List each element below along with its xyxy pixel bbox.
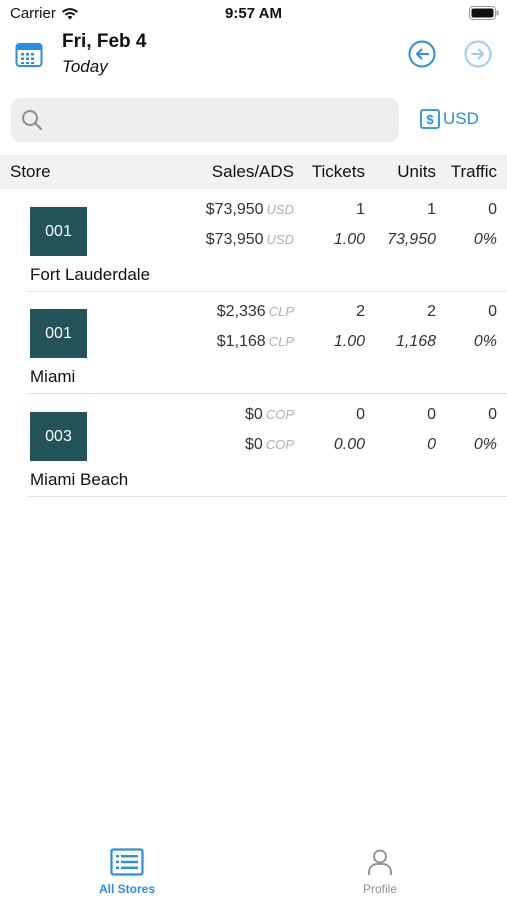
units-ratio: 73,950 [387,231,436,248]
ads-value: $1,168 CLP [216,333,294,350]
sales-currency: USD [266,202,294,217]
traffic-value: 0 [488,406,497,423]
row-divider [27,496,507,497]
tab-label: Profile [362,882,397,896]
tab-all-stores[interactable]: All Stores [67,848,187,896]
store-name: Miami [30,367,76,386]
ads-value: $0 COP [245,436,294,453]
store-row[interactable]: 003 Miami Beach $0 COP $0 COP 0 0.00 0 0 0… [0,395,507,497]
dollar-bill-icon: $ [420,109,440,129]
svg-text:$: $ [426,112,434,127]
store-name: Miami Beach [30,470,129,489]
store-code-badge: 003 [30,412,87,461]
traffic-percent: 0% [473,333,497,350]
status-time: 9:57 AM [225,5,282,22]
units-value: 0 [427,406,436,423]
tickets-value: 2 [356,303,365,320]
sales-value: $2,336 CLP [216,303,294,320]
sales-value: $0 COP [245,406,294,423]
arrow-right-circle-icon [464,40,492,68]
person-icon [368,849,392,875]
store-code-badge: 001 [30,309,87,358]
units-value: 1 [427,201,436,218]
traffic-value: 0 [488,201,497,218]
next-day-button[interactable] [463,39,493,69]
tab-profile[interactable]: Profile [320,848,440,896]
table-header: Store Sales/ADS Tickets Units Traffic [0,155,507,189]
tab-bar: All Stores Profile [0,840,507,900]
column-header-store: Store [10,162,51,181]
status-bar: Carrier 9:57 AM [0,0,507,30]
arrow-left-circle-icon [408,40,436,68]
store-code-badge: 001 [30,207,87,256]
store-row[interactable]: 001 Miami $2,336 CLP $1,168 CLP 2 1.00 2 1… [0,292,507,394]
sales-currency: COP [265,407,294,422]
ads-value: $73,950 USD [205,231,294,248]
calendar-icon [15,43,43,67]
tickets-value: 0 [356,406,365,423]
row-divider [27,393,507,394]
currency-label: USD [443,109,479,128]
calendar-button[interactable] [14,40,44,70]
battery-icon [469,6,499,20]
ads-currency: USD [266,232,294,247]
units-ratio: 0 [427,436,436,453]
store-name: Fort Lauderdale [30,265,151,284]
traffic-percent: 0% [473,231,497,248]
tab-label: All Stores [98,882,155,896]
tickets-ratio: 1.00 [333,231,365,248]
units-value: 2 [427,303,436,320]
search-bar[interactable] [11,98,399,142]
traffic-value: 0 [488,303,497,320]
date-relative-label: Today [62,57,108,76]
traffic-percent: 0% [473,436,497,453]
column-header-sales: Sales/ADS [211,162,294,181]
ads-currency: COP [265,437,294,452]
tickets-ratio: 0.00 [333,436,365,453]
current-date: Fri, Feb 4 [62,31,147,52]
tickets-ratio: 1.00 [333,333,365,350]
column-header-units: Units [397,162,436,181]
column-header-traffic: Traffic [450,162,497,181]
ads-currency: CLP [268,334,294,349]
date-header: Fri, Feb 4 Today [0,30,507,88]
units-ratio: 1,168 [395,333,436,350]
stores-list-icon [110,848,144,876]
sales-value: $73,950 USD [205,201,294,218]
search-icon [22,110,43,131]
search-input[interactable] [51,111,371,129]
store-row[interactable]: 001 Fort Lauderdale $73,950 USD $73,950 US… [0,190,507,292]
previous-day-button[interactable] [407,39,437,69]
sales-currency: CLP [268,304,294,319]
column-header-tickets: Tickets [311,162,365,181]
currency-button[interactable]: $ USD [420,106,479,132]
tickets-value: 1 [356,201,365,218]
